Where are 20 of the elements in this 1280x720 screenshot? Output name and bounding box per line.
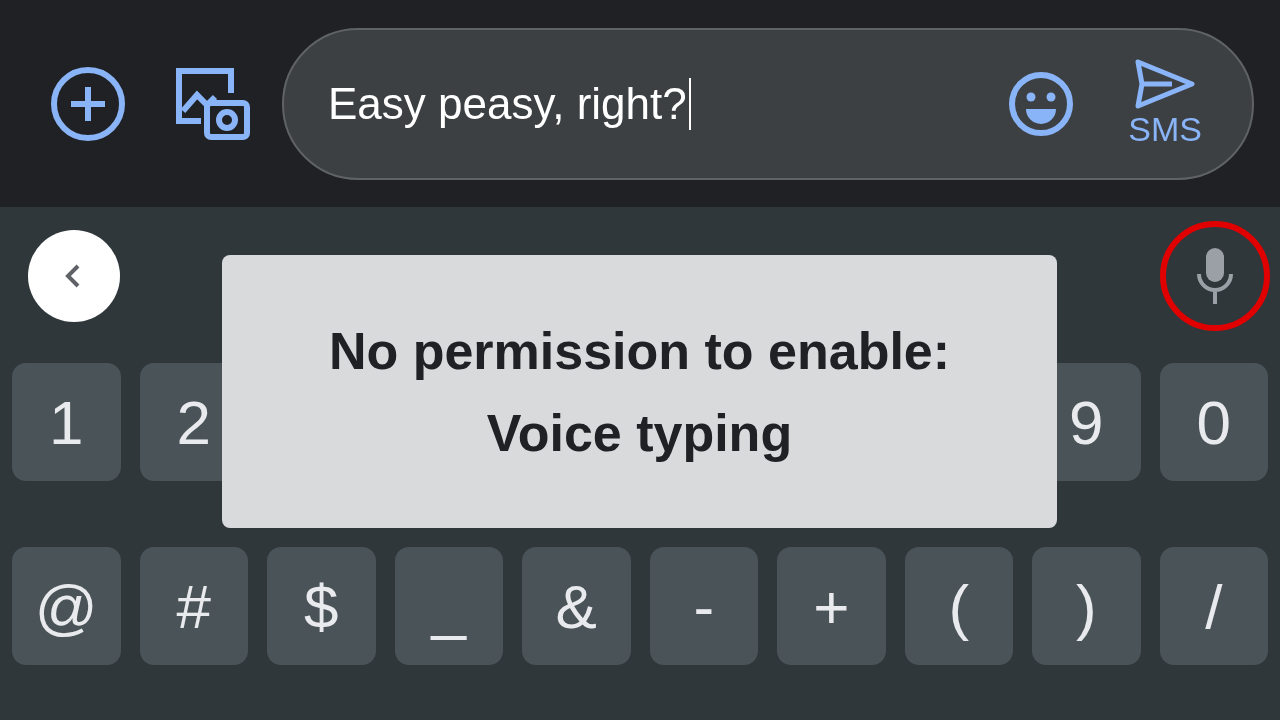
message-field[interactable]: Easy peasy, right? SMS [282, 27, 1254, 180]
keyboard-key[interactable]: + [777, 547, 886, 665]
keyboard-key[interactable]: $ [267, 547, 376, 665]
add-icon [49, 64, 127, 143]
emoji-icon[interactable] [1008, 70, 1075, 137]
toast-text: No permission to enable: [328, 320, 951, 381]
send-button[interactable]: SMS [1128, 58, 1202, 149]
keyboard-key[interactable]: ) [1032, 547, 1141, 665]
keyboard-key[interactable]: & [522, 547, 631, 665]
keyboard-key[interactable]: ( [904, 547, 1013, 665]
message-text: Easy peasy, right? [328, 77, 1009, 130]
keyboard-key[interactable]: # [139, 547, 248, 665]
microphone-icon[interactable] [1195, 246, 1235, 306]
toast-text: Voice typing [486, 402, 793, 463]
keyboard-key[interactable]: / [1159, 547, 1268, 665]
keyboard-key[interactable]: _ [394, 547, 503, 665]
keyboard-key[interactable]: 0 [1159, 363, 1268, 481]
keyboard-key[interactable]: 1 [12, 363, 121, 481]
keyboard-key[interactable]: - [649, 547, 758, 665]
keyboard-key[interactable]: @ [12, 547, 121, 665]
